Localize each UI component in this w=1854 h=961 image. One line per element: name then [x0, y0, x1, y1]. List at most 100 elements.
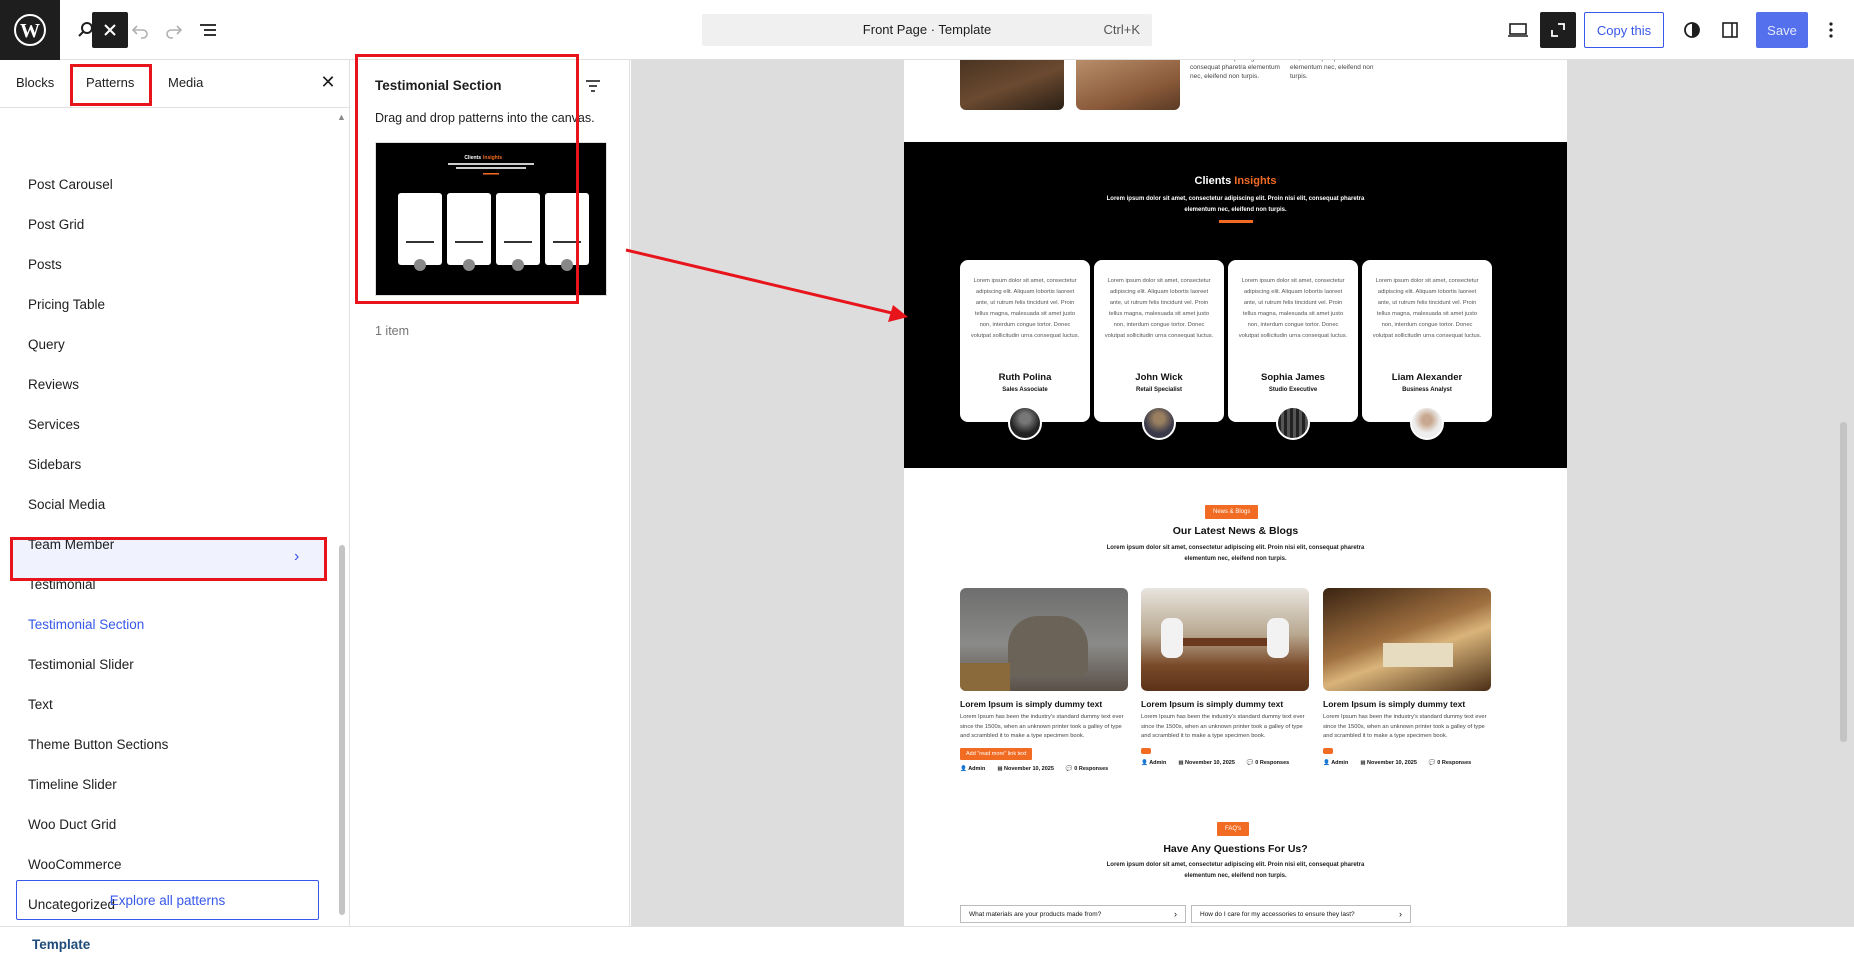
category-item[interactable]: Pricing Table [28, 297, 105, 312]
testimonial-card[interactable]: Lorem ipsum dolor sit amet, consectetur … [1228, 260, 1358, 440]
about-section-partial: consectetur adipiscing elit. consequat p… [904, 60, 1567, 142]
blog-title[interactable]: Lorem Ipsum is simply dummy text [1323, 699, 1491, 709]
annotation-arrow [625, 248, 908, 322]
chevron-right-icon: › [1174, 909, 1177, 919]
block-inserter-panel: Blocks Patterns Media ✕ Post Carousel Pos… [0, 60, 350, 926]
chevron-right-icon: › [1399, 909, 1402, 919]
zoom-out-icon[interactable] [1540, 12, 1576, 48]
blog-meta: 👤 Admin ▦ November 10, 2025 💬 0 Response… [1323, 760, 1491, 766]
settings-sidebar-icon[interactable] [1712, 12, 1748, 48]
blog-meta: 👤 Admin ▦ November 10, 2025 💬 0 Response… [960, 766, 1128, 772]
section-title: Clients Insights [904, 175, 1567, 187]
document-overview-icon[interactable] [190, 12, 226, 48]
read-more-button[interactable]: Add "read more" link text [960, 747, 1033, 760]
options-kebab-icon[interactable] [1813, 12, 1849, 48]
category-item[interactable]: WooCommerce [28, 857, 122, 872]
blog-title[interactable]: Lorem Ipsum is simply dummy text [960, 699, 1128, 709]
close-icon[interactable]: ✕ [316, 72, 340, 96]
read-more-button[interactable] [1141, 747, 1151, 754]
explore-all-patterns-button[interactable]: Explore all patterns [16, 880, 319, 920]
person-role: Retail Specialist [1135, 387, 1183, 393]
divider [1219, 220, 1253, 223]
category-item[interactable]: Social Media [28, 497, 105, 512]
person-role: Business Analyst [1402, 387, 1452, 393]
author: 👤 Admin [1141, 759, 1167, 766]
editor-footer: Template [0, 926, 1854, 961]
category-item[interactable]: Text [28, 697, 53, 712]
copy-this-button[interactable]: Copy this [1584, 12, 1664, 48]
page-preview: consectetur adipiscing elit. consequat p… [904, 60, 1567, 926]
save-button[interactable]: Save [1756, 12, 1808, 48]
faq-badge: FAQ's [1217, 822, 1250, 836]
news-subtitle: Lorem ipsum dolor sit amet, consectetur … [1106, 545, 1365, 562]
styles-icon[interactable] [1674, 12, 1710, 48]
svg-text:W: W [20, 20, 40, 42]
tab-blocks[interactable]: Blocks [16, 75, 54, 90]
about-text-1: consectetur adipiscing elit. consequat p… [1190, 60, 1280, 80]
inserter-tabs: Blocks Patterns Media ✕ [0, 60, 350, 108]
category-item[interactable]: Query [28, 337, 65, 352]
blog-title[interactable]: Lorem Ipsum is simply dummy text [1141, 699, 1309, 709]
category-item[interactable]: Services [28, 417, 80, 432]
category-item[interactable]: Theme Button Sections [28, 737, 168, 752]
news-blogs-section: News & Blogs Our Latest News & Blogs Lor… [904, 468, 1567, 818]
category-item[interactable]: Sidebars [28, 457, 81, 472]
responses: 💬 0 Responses [1428, 759, 1472, 766]
testimonial-text: Lorem ipsum dolor sit amet, consectetur … [1238, 278, 1348, 339]
pattern-list-panel: Testimonial Section Drag and drop patter… [351, 54, 630, 926]
date: ▦ November 10, 2025 [1360, 759, 1417, 766]
category-item[interactable]: Testimonial Section [28, 617, 144, 632]
category-item[interactable]: Testimonial Slider [28, 657, 134, 672]
testimonial-card[interactable]: Lorem ipsum dolor sit amet, consectetur … [960, 260, 1090, 440]
blog-meta: 👤 Admin ▦ November 10, 2025 💬 0 Response… [1141, 760, 1309, 766]
pattern-count: 1 item [375, 324, 410, 338]
editor-canvas: consectetur adipiscing elit. consequat p… [631, 60, 1854, 926]
wordpress-logo-icon[interactable]: W [0, 0, 60, 60]
canvas-scroll-thumb[interactable] [1840, 422, 1847, 742]
blog-image [1323, 588, 1491, 691]
avatar [1142, 406, 1176, 440]
category-item[interactable]: Woo Duct Grid [28, 817, 116, 832]
testimonial-text: Lorem ipsum dolor sit amet, consectetur … [970, 278, 1080, 339]
faq-question[interactable]: What materials are your products made fr… [960, 905, 1186, 923]
person-name: John Wick [1135, 372, 1183, 383]
responses: 💬 0 Responses [1246, 759, 1290, 766]
faq-question[interactable]: How do I care for my accessories to ensu… [1191, 905, 1411, 923]
category-item[interactable]: Post Grid [28, 217, 84, 232]
read-more-button[interactable] [1323, 747, 1333, 754]
blog-card[interactable]: Lorem Ipsum is simply dummy text Lorem I… [1141, 588, 1309, 766]
blog-card[interactable]: Lorem Ipsum is simply dummy text Lorem I… [1323, 588, 1491, 766]
person-role: Studio Executive [1268, 387, 1318, 393]
blog-excerpt: Lorem Ipsum has been the industry's stan… [960, 714, 1124, 739]
about-text-2: elit, consequat pharetra elementum nec, … [1290, 60, 1374, 80]
sidebar-scrollbar[interactable] [339, 545, 345, 915]
command-palette-bar[interactable]: Front Page · Template Ctrl+K [702, 14, 1152, 46]
redo-icon[interactable] [156, 12, 192, 48]
testimonial-section[interactable]: Clients Insights Lorem ipsum dolor sit a… [904, 142, 1567, 468]
category-item[interactable]: Reviews [28, 377, 79, 392]
testimonial-card[interactable]: Lorem ipsum dolor sit amet, consectetur … [1362, 260, 1492, 440]
person-name: Ruth Polina [998, 372, 1052, 383]
desktop-preview-icon[interactable] [1500, 12, 1536, 48]
filter-icon[interactable] [581, 74, 605, 98]
blog-card[interactable]: Lorem Ipsum is simply dummy text Lorem I… [960, 588, 1128, 772]
blog-excerpt: Lorem Ipsum has been the industry's stan… [1141, 714, 1305, 739]
testimonial-card[interactable]: Lorem ipsum dolor sit amet, consectetur … [1094, 260, 1224, 440]
category-item[interactable]: Timeline Slider [28, 777, 117, 792]
avatar [1276, 406, 1310, 440]
avatar [1008, 406, 1042, 440]
furniture-image [960, 60, 1064, 110]
blog-image [960, 588, 1128, 691]
person-name: Liam Alexander [1391, 372, 1463, 383]
canvas-scrollbar[interactable] [1840, 60, 1848, 926]
category-item[interactable]: Post Carousel [28, 177, 113, 192]
category-item[interactable]: Posts [28, 257, 62, 272]
breadcrumb[interactable]: Template [32, 937, 90, 952]
scroll-up-icon[interactable]: ▲ [337, 112, 346, 122]
undo-icon[interactable] [122, 12, 158, 48]
tab-media[interactable]: Media [168, 75, 203, 90]
person-name: Sophia James [1261, 372, 1325, 383]
document-title: Front Page · Template [862, 22, 992, 37]
testimonial-text: Lorem ipsum dolor sit amet, consectetur … [1372, 278, 1482, 339]
editor-header: W Front Page · Template Ctrl+K Copy this… [0, 0, 1854, 60]
